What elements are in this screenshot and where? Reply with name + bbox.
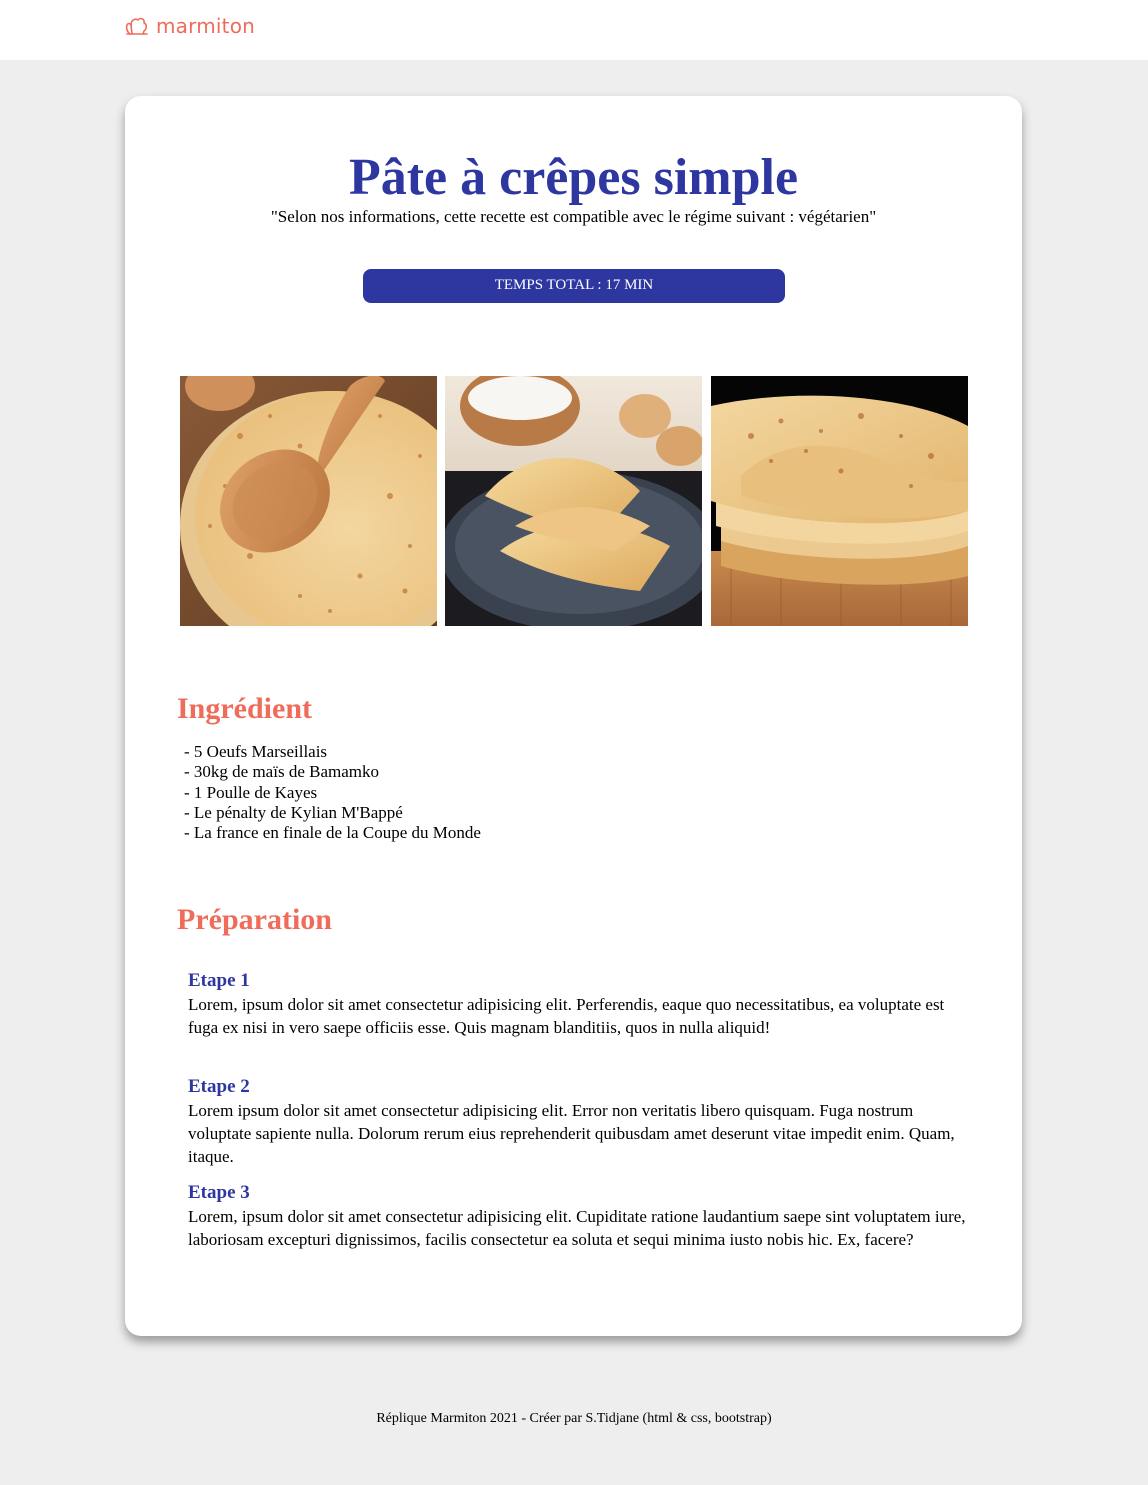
list-item: - La france en finale de la Coupe du Mon… (184, 823, 481, 843)
preparation-heading: Préparation (177, 903, 332, 936)
step-title: Etape 1 (188, 970, 250, 991)
step-title: Etape 3 (188, 1182, 250, 1203)
top-navbar: marmiton (0, 0, 1148, 60)
ingredients-list: - 5 Oeufs Marseillais - 30kg de maïs de … (184, 742, 481, 843)
recipe-title: Pâte à crêpes simple (348, 149, 799, 206)
crepes-wooden-spoon-photo (180, 376, 437, 626)
crepes-stack-photo (711, 376, 968, 626)
step-text: Lorem, ipsum dolor sit amet consectetur … (188, 1207, 966, 1249)
folded-crepes-plate-photo (445, 376, 702, 626)
list-item: - 1 Poulle de Kayes (184, 782, 318, 802)
marmiton-logo-link[interactable]: marmiton (124, 14, 255, 38)
regime-note: "Selon nos informations, cette recette e… (270, 207, 877, 226)
step-text: Lorem ipsum dolor sit amet consectetur a… (188, 1101, 955, 1166)
recipe-card: Pâte à crêpes simple "Selon nos informat… (125, 96, 1022, 1336)
list-item: - Le pénalty de Kylian M'Bappé (184, 802, 403, 822)
step-title: Etape 2 (188, 1076, 250, 1097)
footer-credit: Réplique Marmiton 2021 - Créer par S.Tid… (376, 1411, 772, 1426)
logo-text: marmiton (156, 14, 256, 38)
step-3: Etape 3 Lorem, ipsum dolor sit amet cons… (188, 1182, 968, 1251)
step-1: Etape 1 Lorem, ipsum dolor sit amet cons… (188, 970, 968, 1039)
list-item: - 30kg de maïs de Bamamko (184, 762, 379, 782)
list-item: - 5 Oeufs Marseillais (184, 742, 328, 761)
step-2: Etape 2 Lorem ipsum dolor sit amet conse… (188, 1076, 968, 1168)
photo-gallery (180, 376, 968, 626)
step-text: Lorem, ipsum dolor sit amet consectetur … (188, 995, 945, 1037)
total-time-badge: TEMPS TOTAL : 17 MIN (363, 269, 785, 303)
chef-hat-icon (124, 15, 150, 37)
ingredients-heading: Ingrédient (177, 692, 312, 725)
